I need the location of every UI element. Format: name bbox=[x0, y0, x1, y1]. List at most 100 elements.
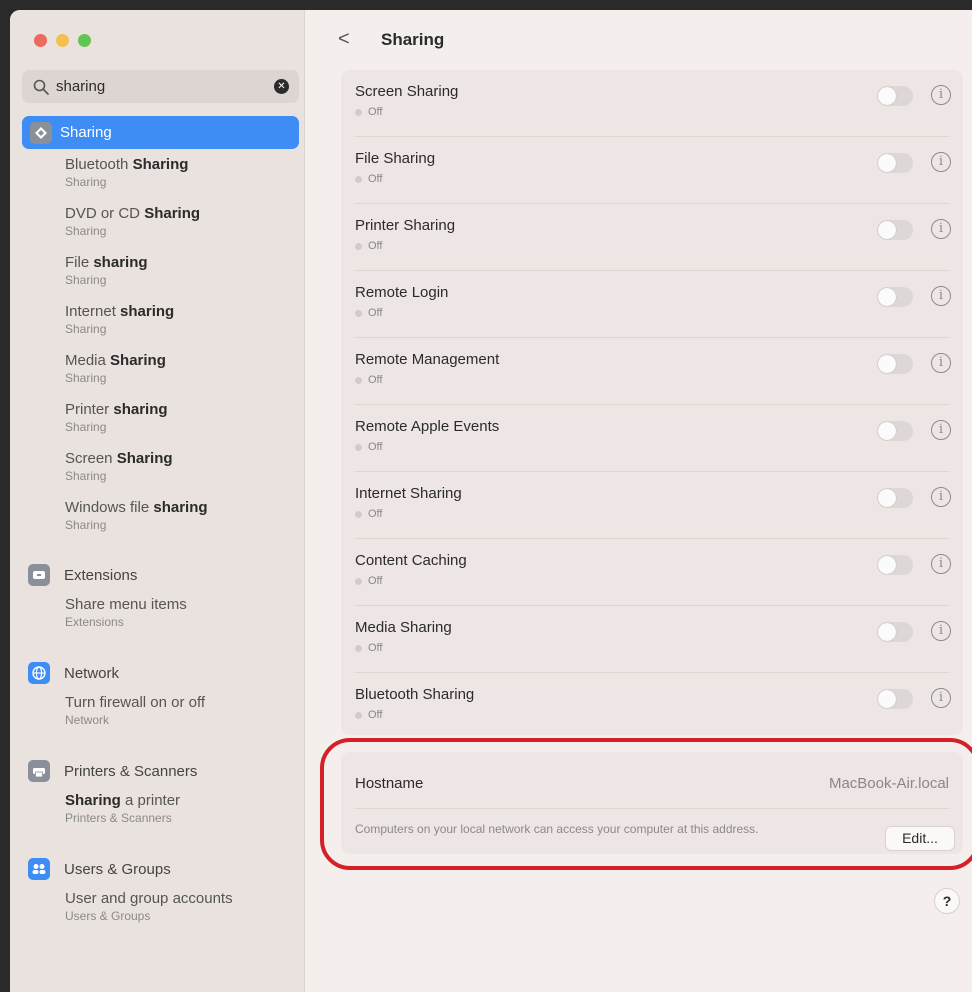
category-label: Extensions bbox=[64, 566, 138, 584]
result-title: Screen Sharing bbox=[65, 450, 173, 467]
window-controls bbox=[34, 34, 91, 47]
info-icon[interactable]: i bbox=[931, 688, 951, 708]
clear-search-icon[interactable]: ✕ bbox=[274, 79, 289, 94]
search-result-item[interactable]: Bluetooth Sharing Sharing bbox=[65, 156, 295, 190]
service-toggle[interactable] bbox=[877, 354, 913, 374]
help-button[interactable]: ? bbox=[934, 888, 960, 914]
service-toggle[interactable] bbox=[877, 622, 913, 642]
search-result-item[interactable]: Windows file sharing Sharing bbox=[65, 499, 295, 533]
service-row: Remote Management Off i bbox=[341, 338, 963, 405]
result-category: Sharing bbox=[65, 322, 107, 336]
service-toggle[interactable] bbox=[877, 86, 913, 106]
result-category: Users & Groups bbox=[65, 909, 151, 923]
service-status: Off bbox=[355, 709, 382, 721]
status-dot-icon bbox=[355, 443, 362, 451]
category-printers-scanners[interactable]: Printers & Scanners bbox=[28, 760, 197, 782]
result-title: Media Sharing bbox=[65, 352, 166, 369]
result-category: Network bbox=[65, 713, 110, 727]
service-name: Remote Login bbox=[355, 284, 449, 301]
status-dot-icon bbox=[355, 242, 362, 250]
category-extensions[interactable]: Extensions bbox=[28, 564, 137, 586]
printer-icon bbox=[28, 760, 50, 782]
result-title: Share menu items bbox=[65, 596, 187, 613]
info-icon[interactable]: i bbox=[931, 554, 951, 574]
info-icon[interactable]: i bbox=[931, 420, 951, 440]
search-input[interactable] bbox=[56, 78, 274, 95]
result-category: Sharing bbox=[65, 420, 107, 434]
result-category: Sharing bbox=[65, 371, 107, 385]
result-category: Sharing bbox=[65, 273, 107, 287]
network-icon bbox=[28, 662, 50, 684]
sidebar-item-sharing[interactable]: Sharing bbox=[22, 116, 299, 149]
service-status: Off bbox=[355, 374, 382, 386]
extensions-icon bbox=[28, 564, 50, 586]
info-icon[interactable]: i bbox=[931, 353, 951, 373]
minimize-button[interactable] bbox=[56, 34, 69, 47]
status-dot-icon bbox=[355, 510, 362, 518]
search-result-item[interactable]: User and group accounts Users & Groups bbox=[65, 890, 295, 924]
search-result-item[interactable]: Internet sharing Sharing bbox=[65, 303, 295, 337]
zoom-button[interactable] bbox=[78, 34, 91, 47]
service-row: Printer Sharing Off i bbox=[341, 204, 963, 271]
service-name: File Sharing bbox=[355, 150, 436, 167]
service-name: Internet Sharing bbox=[355, 485, 462, 502]
search-field[interactable]: ✕ bbox=[22, 70, 299, 103]
service-status: Off bbox=[355, 575, 382, 587]
search-result-item[interactable]: Screen Sharing Sharing bbox=[65, 450, 295, 484]
status-dot-icon bbox=[355, 175, 362, 183]
category-network[interactable]: Network bbox=[28, 662, 119, 684]
service-row: Media Sharing Off i bbox=[341, 606, 963, 673]
service-toggle[interactable] bbox=[877, 287, 913, 307]
service-row: Internet Sharing Off i bbox=[341, 472, 963, 539]
service-toggle[interactable] bbox=[877, 488, 913, 508]
info-icon[interactable]: i bbox=[931, 219, 951, 239]
sharing-icon bbox=[30, 121, 52, 144]
search-result-item[interactable]: Share menu items Extensions bbox=[65, 596, 295, 630]
service-row: Remote Apple Events Off i bbox=[341, 405, 963, 472]
close-button[interactable] bbox=[34, 34, 47, 47]
service-status: Off bbox=[355, 106, 382, 118]
sidebar-item-label: Sharing bbox=[60, 124, 112, 141]
search-result-item[interactable]: DVD or CD Sharing Sharing bbox=[65, 205, 295, 239]
service-toggle[interactable] bbox=[877, 153, 913, 173]
result-title: Printer sharing bbox=[65, 401, 168, 418]
result-title: File sharing bbox=[65, 254, 148, 271]
result-category: Sharing bbox=[65, 518, 107, 532]
service-status: Off bbox=[355, 173, 382, 185]
service-status: Off bbox=[355, 307, 382, 319]
search-result-item[interactable]: Turn firewall on or off Network bbox=[65, 694, 295, 728]
service-name: Screen Sharing bbox=[355, 83, 459, 100]
search-result-item[interactable]: File sharing Sharing bbox=[65, 254, 295, 288]
info-icon[interactable]: i bbox=[931, 85, 951, 105]
service-name: Media Sharing bbox=[355, 619, 452, 636]
status-dot-icon bbox=[355, 711, 362, 719]
info-icon[interactable]: i bbox=[931, 621, 951, 641]
sidebar: ✕ Sharing Bluetooth SharingSharingDVD or… bbox=[10, 10, 305, 992]
page-title: Sharing bbox=[381, 30, 445, 49]
result-category: Extensions bbox=[65, 615, 124, 629]
service-toggle[interactable] bbox=[877, 555, 913, 575]
result-category: Sharing bbox=[65, 224, 107, 238]
category-label: Printers & Scanners bbox=[64, 762, 198, 780]
status-dot-icon bbox=[355, 644, 362, 652]
service-status: Off bbox=[355, 508, 382, 520]
service-toggle[interactable] bbox=[877, 220, 913, 240]
result-title: Bluetooth Sharing bbox=[65, 156, 189, 173]
search-result-item[interactable]: Printer sharing Sharing bbox=[65, 401, 295, 435]
service-toggle[interactable] bbox=[877, 421, 913, 441]
info-icon[interactable]: i bbox=[931, 286, 951, 306]
back-button[interactable]: < bbox=[338, 28, 350, 51]
service-status: Off bbox=[355, 240, 382, 252]
users-icon bbox=[28, 858, 50, 880]
search-icon bbox=[33, 79, 49, 95]
status-dot-icon bbox=[355, 577, 362, 585]
service-name: Remote Apple Events bbox=[355, 418, 500, 435]
service-status: Off bbox=[355, 642, 382, 654]
search-result-item[interactable]: Sharing a printer Printers & Scanners bbox=[65, 792, 295, 826]
service-toggle[interactable] bbox=[877, 689, 913, 709]
category-users-groups[interactable]: Users & Groups bbox=[28, 858, 171, 880]
info-icon[interactable]: i bbox=[931, 152, 951, 172]
info-icon[interactable]: i bbox=[931, 487, 951, 507]
service-name: Bluetooth Sharing bbox=[355, 686, 475, 703]
search-result-item[interactable]: Media Sharing Sharing bbox=[65, 352, 295, 386]
